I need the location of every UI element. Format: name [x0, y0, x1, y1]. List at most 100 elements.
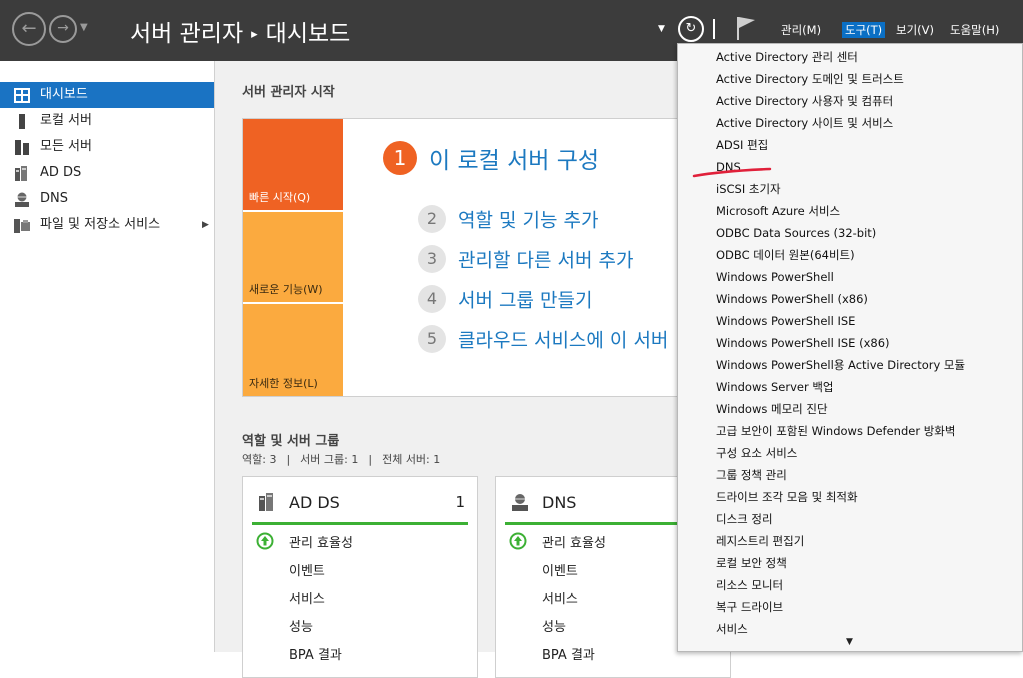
back-button[interactable]: ← — [12, 12, 46, 46]
menu-item-services[interactable]: 서비스 — [716, 618, 748, 640]
forward-icon: → — [57, 20, 69, 36]
local-server-icon — [19, 114, 25, 129]
tile-learn-more[interactable]: 자세한 정보(L) — [243, 304, 343, 396]
role-card-ad-ds[interactable]: AD DS 1 관리 효율성 이벤트 서비스 성능 BPA 결과 — [242, 476, 478, 678]
menu-item-defender-firewall[interactable]: 고급 보안이 포함된 Windows Defender 방화벽 — [716, 420, 955, 442]
sidebar-item-dashboard[interactable]: 대시보드 — [0, 82, 214, 108]
menu-item-odbc-64[interactable]: ODBC 데이터 원본(64비트) — [716, 244, 855, 266]
menu-item-group-policy[interactable]: 그룹 정책 관리 — [716, 464, 787, 486]
menu-item-azure[interactable]: Microsoft Azure 서비스 — [716, 200, 840, 222]
refresh-button[interactable]: ↻ — [678, 16, 704, 42]
step-link[interactable]: 관리할 다른 서버 추가 — [458, 250, 633, 272]
menu-item-iscsi[interactable]: iSCSI 초기자 — [716, 178, 781, 200]
sidebar-item-label: AD DS — [40, 165, 82, 180]
tile-quick-start[interactable]: 빠른 시작(Q) — [243, 119, 343, 210]
menu-view[interactable]: 보기(V) — [896, 22, 934, 38]
refresh-icon: ↻ — [685, 21, 697, 36]
back-icon: ← — [21, 18, 37, 39]
tile-label: 새로운 기능(W) — [249, 283, 323, 296]
step-add-servers[interactable]: 3 관리할 다른 서버 추가 — [418, 245, 633, 273]
role-row-services[interactable]: 서비스 — [289, 588, 325, 607]
menu-item-memory-diagnostic[interactable]: Windows 메모리 진단 — [716, 398, 828, 420]
sidebar-item-local-server[interactable]: 로컬 서버 — [0, 108, 214, 134]
role-row-events[interactable]: 이벤트 — [289, 560, 325, 579]
step-create-server-group[interactable]: 4 서버 그룹 만들기 — [418, 285, 592, 313]
role-row-performance[interactable]: 성능 — [542, 616, 566, 635]
menu-item-component-services[interactable]: 구성 요소 서비스 — [716, 442, 797, 464]
breadcrumb-app: 서버 관리자 — [130, 21, 244, 47]
menu-item-odbc-32[interactable]: ODBC Data Sources (32-bit) — [716, 222, 876, 244]
role-row-bpa[interactable]: BPA 결과 — [289, 644, 342, 663]
dns-icon — [512, 494, 528, 511]
menu-item-registry-editor[interactable]: 레지스트리 편집기 — [716, 530, 804, 552]
ad-ds-icon — [15, 166, 27, 181]
menu-manage[interactable]: 관리(M) — [781, 22, 821, 38]
role-row-events[interactable]: 이벤트 — [542, 560, 578, 579]
menu-item-powershell-x86[interactable]: Windows PowerShell (x86) — [716, 288, 868, 310]
step-number: 4 — [418, 285, 446, 313]
all-servers-icon — [15, 140, 29, 155]
file-storage-icon — [14, 219, 30, 233]
role-row-services[interactable]: 서비스 — [542, 588, 578, 607]
sidebar: 대시보드 로컬 서버 모든 서버 AD DS DNS 파일 및 저장소 서비스 — [0, 61, 215, 652]
forward-button[interactable]: → — [49, 15, 77, 43]
flag-icon[interactable] — [735, 15, 757, 41]
sidebar-item-ad-ds[interactable]: AD DS — [0, 160, 214, 186]
menu-help[interactable]: 도움말(H) — [950, 22, 999, 38]
step-connect-cloud[interactable]: 5 클라우드 서비스에 이 서버 — [418, 325, 668, 353]
breadcrumb-dropdown-icon[interactable]: ▼ — [658, 24, 665, 34]
toolbar-divider — [713, 19, 715, 39]
menu-item-resource-monitor[interactable]: 리소스 모니터 — [716, 574, 783, 596]
menu-item-local-security-policy[interactable]: 로컬 보안 정책 — [716, 552, 787, 574]
step-link[interactable]: 서버 그룹 만들기 — [458, 290, 592, 312]
step-link[interactable]: 역할 및 기능 추가 — [458, 210, 598, 232]
menu-item-powershell[interactable]: Windows PowerShell — [716, 266, 834, 288]
history-dropdown-icon[interactable]: ▼ — [80, 22, 88, 33]
menu-item-powershell-ise-x86[interactable]: Windows PowerShell ISE (x86) — [716, 332, 890, 354]
menu-item-server-backup[interactable]: Windows Server 백업 — [716, 376, 834, 398]
breadcrumb: 서버 관리자 ▸ 대시보드 — [130, 14, 350, 48]
role-row-manageability[interactable]: 관리 효율성 — [289, 532, 353, 551]
step-configure-local-server[interactable]: 1 이 로컬 서버 구성 — [383, 141, 599, 175]
menu-item-ad-domains-trusts[interactable]: Active Directory 도메인 및 트러스트 — [716, 68, 904, 90]
menu-item-adsi-edit[interactable]: ADSI 편집 — [716, 134, 768, 156]
status-up-icon — [256, 532, 274, 550]
dashboard-icon — [14, 88, 30, 103]
menu-item-ad-users-computers[interactable]: Active Directory 사용자 및 컴퓨터 — [716, 90, 893, 112]
sidebar-item-label: 모든 서버 — [40, 139, 92, 154]
stat-groups: 서버 그룹: 1 — [300, 453, 359, 466]
tile-label: 빠른 시작(Q) — [249, 191, 311, 204]
sidebar-item-dns[interactable]: DNS — [0, 186, 214, 212]
menu-item-disk-cleanup[interactable]: 디스크 정리 — [716, 508, 773, 530]
sidebar-item-file-storage[interactable]: 파일 및 저장소 서비스 ▶ — [0, 212, 214, 238]
role-row-manageability[interactable]: 관리 효율성 — [542, 532, 606, 551]
tile-whats-new[interactable]: 새로운 기능(W) — [243, 212, 343, 302]
sidebar-item-label: 대시보드 — [40, 87, 88, 102]
step-number: 3 — [418, 245, 446, 273]
step-link[interactable]: 이 로컬 서버 구성 — [429, 148, 599, 174]
role-row-performance[interactable]: 성능 — [289, 616, 313, 635]
menu-item-defrag[interactable]: 드라이브 조각 모음 및 최적화 — [716, 486, 858, 508]
breadcrumb-separator-icon: ▸ — [251, 27, 258, 42]
step-link[interactable]: 클라우드 서비스에 이 서버 — [458, 330, 668, 352]
role-card-title: AD DS — [289, 493, 340, 512]
menu-tools[interactable]: 도구(T) — [842, 22, 886, 38]
stat-total: 전체 서버: 1 — [382, 453, 441, 466]
step-add-roles[interactable]: 2 역할 및 기능 추가 — [418, 205, 598, 233]
quickstart-title: 서버 관리자 시작 — [242, 85, 335, 100]
menu-item-powershell-ise[interactable]: Windows PowerShell ISE — [716, 310, 855, 332]
submenu-arrow-icon[interactable]: ▶ — [202, 212, 209, 238]
menu-scroll-down-icon[interactable]: ▼ — [846, 637, 853, 647]
role-row-bpa[interactable]: BPA 결과 — [542, 644, 595, 663]
menu-item-ad-admin-center[interactable]: Active Directory 관리 센터 — [716, 46, 858, 68]
sidebar-item-label: DNS — [40, 191, 68, 206]
stat-roles: 역할: 3 — [242, 453, 277, 466]
menu-item-recovery-drive[interactable]: 복구 드라이브 — [716, 596, 783, 618]
quickstart-panel: 빠른 시작(Q) 새로운 기능(W) 자세한 정보(L) 1 이 로컬 서버 구성… — [242, 118, 714, 397]
menu-item-powershell-ad-module[interactable]: Windows PowerShell용 Active Directory 모듈 — [716, 354, 965, 376]
ad-ds-icon — [259, 493, 273, 511]
roles-stats: 역할: 3 | 서버 그룹: 1 | 전체 서버: 1 — [242, 451, 440, 467]
sidebar-item-all-servers[interactable]: 모든 서버 — [0, 134, 214, 160]
stat-separator: | — [286, 453, 291, 466]
menu-item-ad-sites-services[interactable]: Active Directory 사이트 및 서비스 — [716, 112, 893, 134]
